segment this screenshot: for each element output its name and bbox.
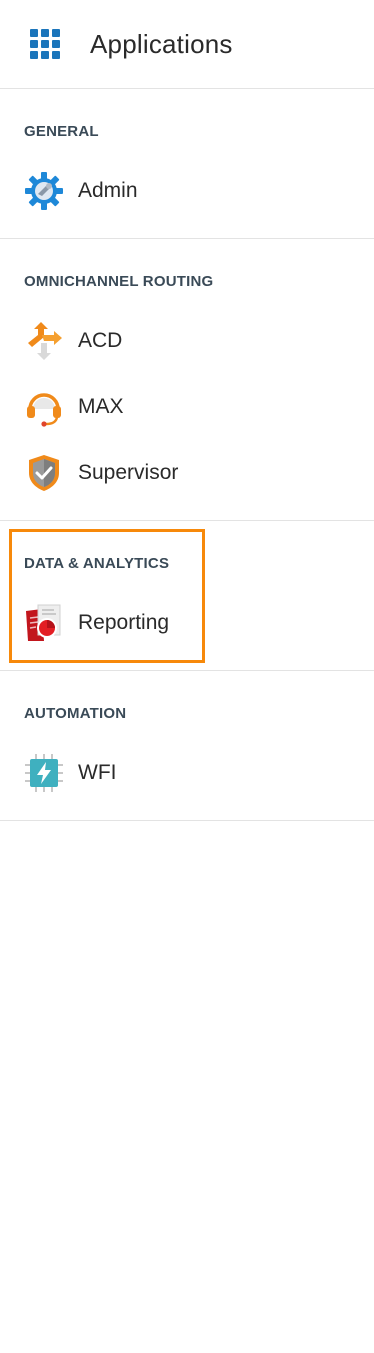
app-label-wfi: WFI bbox=[78, 761, 117, 784]
app-label-admin: Admin bbox=[78, 179, 138, 202]
app-item-max[interactable]: MAX bbox=[24, 385, 124, 429]
app-item-wfi[interactable]: WFI bbox=[24, 751, 116, 795]
section-data-analytics: DATA & ANALYTICS Reporting bbox=[0, 521, 374, 671]
app-item-acd[interactable]: ACD bbox=[24, 319, 122, 363]
admin-gear-icon bbox=[24, 171, 64, 211]
app-item-admin[interactable]: Admin bbox=[24, 169, 138, 213]
section-title-data-analytics: DATA & ANALYTICS bbox=[24, 555, 170, 572]
section-title-automation: AUTOMATION bbox=[24, 705, 127, 722]
app-item-reporting[interactable]: Reporting bbox=[24, 601, 169, 645]
app-header: Applications bbox=[0, 0, 374, 89]
section-omnichannel-routing: OMNICHANNEL ROUTING ACD MAX Supervisor bbox=[0, 239, 374, 521]
acd-arrows-icon bbox=[24, 321, 64, 361]
wfi-chip-icon bbox=[24, 753, 64, 793]
app-item-supervisor[interactable]: Supervisor bbox=[24, 451, 178, 495]
section-title-general: GENERAL bbox=[24, 123, 99, 140]
app-label-acd: ACD bbox=[78, 329, 123, 352]
page-title: Applications bbox=[90, 28, 233, 59]
section-automation: AUTOMATION WFI bbox=[0, 671, 374, 821]
reporting-document-icon bbox=[24, 603, 64, 643]
supervisor-shield-icon bbox=[24, 453, 64, 493]
section-general: GENERAL Admin bbox=[0, 89, 374, 239]
app-label-supervisor: Supervisor bbox=[78, 461, 179, 484]
app-label-reporting: Reporting bbox=[78, 611, 170, 634]
app-label-max: MAX bbox=[78, 395, 124, 418]
section-title-omnichannel: OMNICHANNEL ROUTING bbox=[24, 273, 214, 290]
apps-grid-icon[interactable] bbox=[30, 29, 60, 59]
max-headset-icon bbox=[24, 387, 64, 427]
